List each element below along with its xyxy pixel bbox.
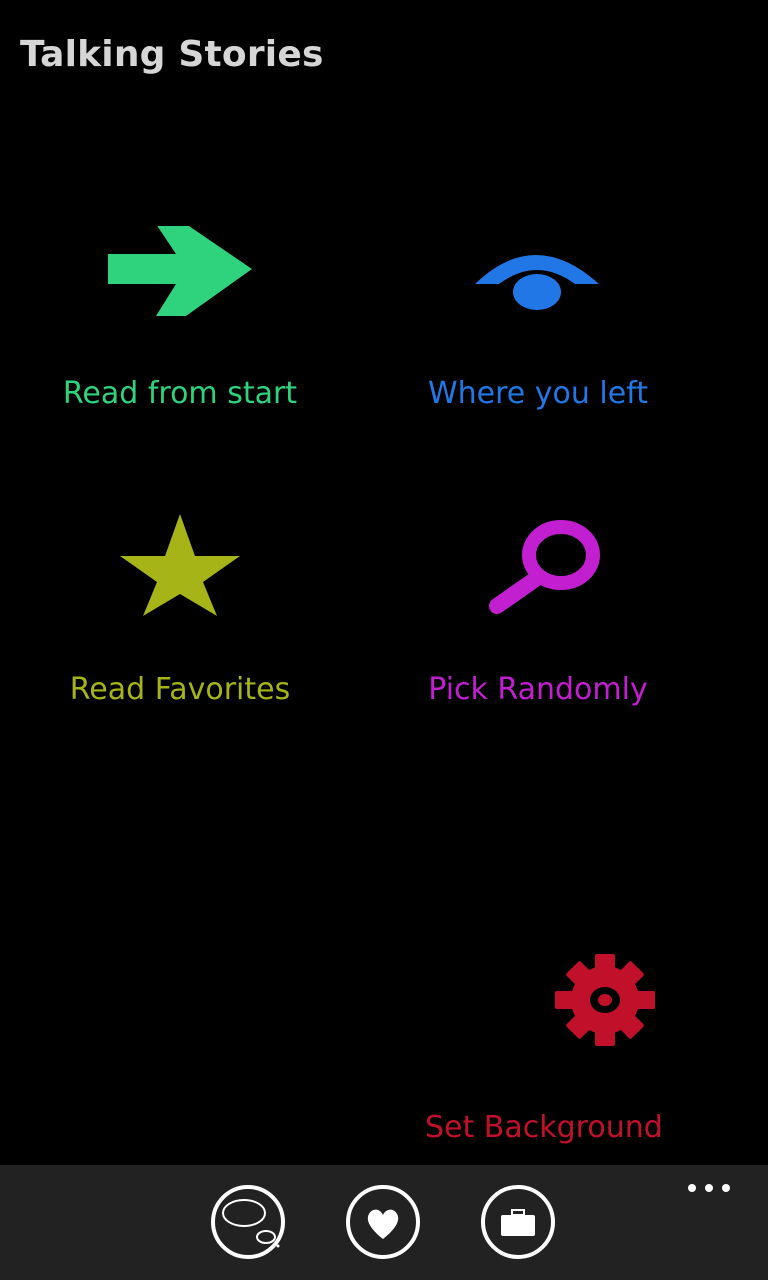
read-favorites-button[interactable]: Read Favorites — [0, 512, 360, 707]
speech-bubble-icon — [222, 1199, 280, 1248]
briefcase-button[interactable] — [481, 1185, 555, 1259]
arrow-right-icon — [108, 226, 252, 316]
pick-randomly-button[interactable]: Pick Randomly — [358, 512, 718, 707]
speech-bubble-button[interactable] — [211, 1185, 285, 1259]
briefcase-icon — [501, 1209, 535, 1236]
set-background-label: Set Background — [425, 1110, 663, 1145]
eye-icon — [475, 255, 599, 310]
star-icon — [120, 514, 240, 616]
app-title: Talking Stories — [20, 34, 324, 75]
favorite-button[interactable] — [346, 1185, 420, 1259]
where-you-left-button[interactable]: Where you left — [358, 226, 718, 411]
heart-icon — [367, 1209, 399, 1239]
read-from-start-button[interactable]: Read from start — [0, 226, 360, 411]
read-favorites-label: Read Favorites — [69, 672, 291, 707]
where-you-left-label: Where you left — [427, 376, 649, 411]
application-bar — [0, 1165, 768, 1280]
read-from-start-label: Read from start — [62, 376, 298, 411]
more-options-button[interactable] — [686, 1181, 732, 1195]
pick-randomly-label: Pick Randomly — [428, 672, 648, 707]
set-background-button[interactable]: Set Background — [425, 950, 768, 1145]
magnifier-icon — [489, 520, 600, 614]
gear-icon — [555, 954, 655, 1046]
more-dots-icon — [688, 1184, 696, 1192]
